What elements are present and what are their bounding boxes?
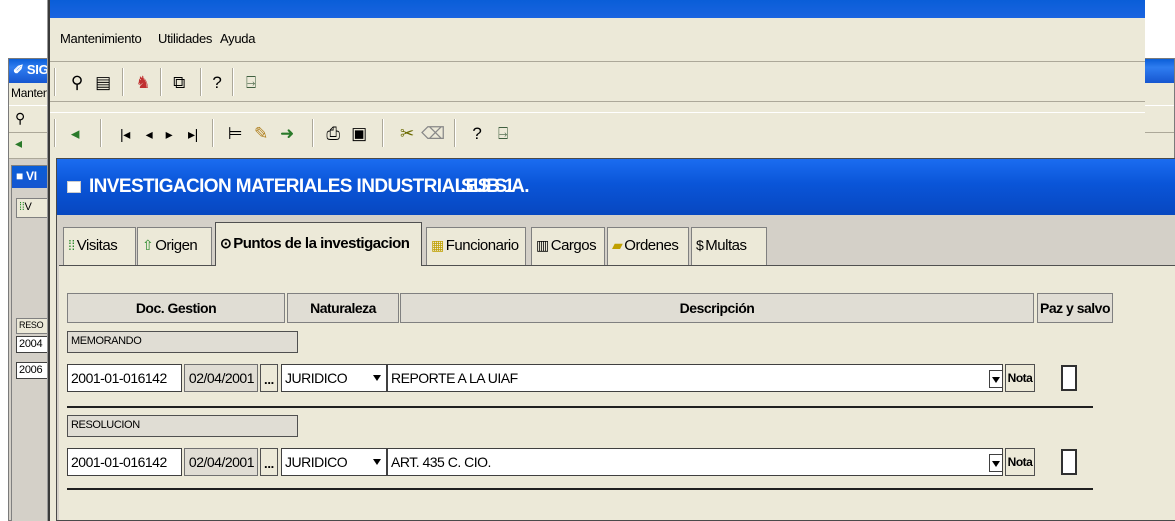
toolbar-grip: [54, 68, 56, 96]
background-tab-label: V: [24, 201, 32, 213]
window-icon: [67, 181, 81, 193]
search-list-icon[interactable]: ⚲: [64, 70, 90, 96]
naturaleza-select[interactable]: JURIDICO: [281, 364, 387, 392]
document-titlebar[interactable]: INVESTIGACION MATERIALES INDUSTRIALES S.…: [57, 159, 1175, 215]
row-type-label: RESOLUCION: [67, 415, 298, 437]
next-record-icon[interactable]: ▸: [156, 121, 182, 147]
edit-pencil-icon[interactable]: ✎: [248, 121, 274, 147]
exit-door-icon[interactable]: ⍈: [490, 121, 516, 147]
window-icon: ■: [16, 169, 23, 183]
main-window: Mantenimiento Utilidades Ayuda ⚲ ▤ ♞ ⧉ ?…: [48, 0, 1175, 521]
radio-icon: ⊙: [220, 235, 232, 251]
nota-button[interactable]: Nota: [1005, 448, 1035, 476]
person-card-icon: ▦: [431, 237, 444, 253]
print-icon[interactable]: ⎙: [320, 121, 346, 147]
background-window-title: ✐ SIG: [13, 62, 49, 77]
go-icon[interactable]: ➜: [274, 121, 300, 147]
main-window-titlebar[interactable]: [50, 0, 1145, 18]
menubar: Mantenimiento Utilidades Ayuda: [50, 18, 1145, 62]
row-divider: [67, 406, 1093, 408]
paz-y-salvo-checkbox[interactable]: [1061, 365, 1077, 391]
tab-label: Funcionario: [445, 237, 519, 254]
dollar-icon: $: [696, 237, 704, 253]
background-menu-item[interactable]: Manten: [11, 86, 50, 100]
row-type-label: MEMORANDO: [67, 331, 298, 353]
toolbar-separator: [454, 119, 456, 147]
toolbar-separator: [312, 119, 314, 147]
chevron-down-icon[interactable]: [370, 371, 384, 387]
back-arrow-icon[interactable]: ◂: [62, 121, 88, 147]
row-divider: [67, 488, 1093, 490]
last-record-icon[interactable]: ▸|: [180, 121, 206, 147]
folder-icon: ▰: [612, 237, 623, 253]
paz-y-salvo-checkbox[interactable]: [1061, 449, 1077, 475]
tab-label: Puntos de la investigacion: [233, 235, 410, 252]
descripcion-field[interactable]: REPORTE A LA UIAF: [387, 364, 1003, 392]
toolbar-grip: [54, 119, 56, 147]
column-header-doc-gestion: Doc. Gestion: [67, 293, 285, 323]
toolbar-separator: [100, 119, 102, 147]
doc-number-field[interactable]: 2001-01-016142: [67, 448, 182, 476]
toolbar-separator: [122, 68, 124, 96]
list-window-icon[interactable]: ▤: [90, 70, 116, 96]
help-icon[interactable]: ?: [464, 121, 490, 147]
tab-label: Visitas: [76, 237, 118, 254]
tab-puntos-de-la-investigacion[interactable]: ⊙ Puntos de la investigacion: [215, 222, 422, 266]
app-icon: ✐: [13, 62, 24, 77]
nota-button[interactable]: Nota: [1005, 364, 1035, 392]
tree-icon[interactable]: ⊨: [222, 121, 248, 147]
first-record-icon[interactable]: |◂: [112, 121, 138, 147]
doc-number-field[interactable]: 2001-01-016142: [67, 364, 182, 392]
tab-cargos[interactable]: ▥ Cargos: [531, 227, 605, 265]
lookup-button[interactable]: ...: [260, 364, 278, 392]
toolbar-separator: [212, 119, 214, 147]
tab-ordenes[interactable]: ▰ Ordenes: [607, 227, 689, 265]
toolbar-navigation: ◂ |◂ ◂ ▸ ▸| ⊨ ✎ ➜ ⎙ ▣ ✂ ⌫ ? ⍈: [50, 112, 1145, 158]
chevron-down-icon[interactable]: [989, 454, 1003, 472]
help-icon[interactable]: ?: [204, 70, 230, 96]
toolbar-separator: [382, 119, 384, 147]
column-header-descripcion: Descripción: [400, 293, 1034, 323]
tab-visitas[interactable]: ⁞⁞ Visitas: [63, 227, 136, 265]
cut-icon[interactable]: ✂: [394, 121, 420, 147]
tab-multas[interactable]: $ Multas: [691, 227, 767, 265]
background-inner-title: VI: [26, 169, 37, 183]
tab-label: Ordenes: [624, 237, 679, 254]
menu-ayuda[interactable]: Ayuda: [220, 31, 255, 46]
tab-label: Multas: [705, 237, 747, 254]
chevron-down-icon[interactable]: [989, 370, 1003, 388]
toolbar-main: ⚲ ▤ ♞ ⧉ ? ⍈: [50, 62, 1145, 102]
chess-knight-icon[interactable]: ♞: [130, 70, 156, 96]
toolbar-separator: [200, 68, 202, 96]
tab-origen[interactable]: ⇧ Origen: [137, 227, 212, 265]
document-window: INVESTIGACION MATERIALES INDUSTRIALES S.…: [56, 158, 1175, 521]
column-header-paz-y-salvo: Paz y salvo: [1037, 293, 1113, 323]
search-list-icon[interactable]: ⚲: [15, 110, 25, 127]
naturaleza-select[interactable]: JURIDICO: [281, 448, 387, 476]
window-dropdown-icon[interactable]: ⧉: [166, 70, 192, 96]
tab-label: Origen: [155, 237, 198, 254]
back-arrow-icon[interactable]: ◂: [15, 135, 22, 152]
naturaleza-value: JURIDICO: [285, 370, 348, 386]
menu-mantenimiento[interactable]: Mantenimiento: [60, 31, 142, 46]
table-icon: ▥: [536, 237, 549, 253]
exit-door-icon[interactable]: ⍈: [238, 70, 264, 96]
tab-funcionario[interactable]: ▦ Funcionario: [426, 227, 526, 265]
toolbar-separator: [160, 68, 162, 96]
chevron-down-icon[interactable]: [370, 455, 384, 471]
date-field: 02/04/2001: [184, 364, 258, 392]
naturaleza-value: JURIDICO: [285, 454, 348, 470]
document-subtitle: SUB 1: [461, 176, 515, 197]
descripcion-field[interactable]: ART. 435 C. CIO.: [387, 448, 1003, 476]
toolbar-separator: [232, 68, 234, 96]
grid-icon: ⁞⁞: [68, 237, 75, 253]
lookup-button[interactable]: ...: [260, 448, 278, 476]
eraser-icon[interactable]: ⌫: [420, 121, 446, 147]
date-field: 02/04/2001: [184, 448, 258, 476]
tree-up-icon: ⇧: [142, 237, 154, 253]
menu-utilidades[interactable]: Utilidades: [158, 31, 212, 46]
save-icon[interactable]: ▣: [346, 121, 372, 147]
column-header-naturaleza: Naturaleza: [287, 293, 399, 323]
tab-label: Cargos: [550, 237, 597, 254]
